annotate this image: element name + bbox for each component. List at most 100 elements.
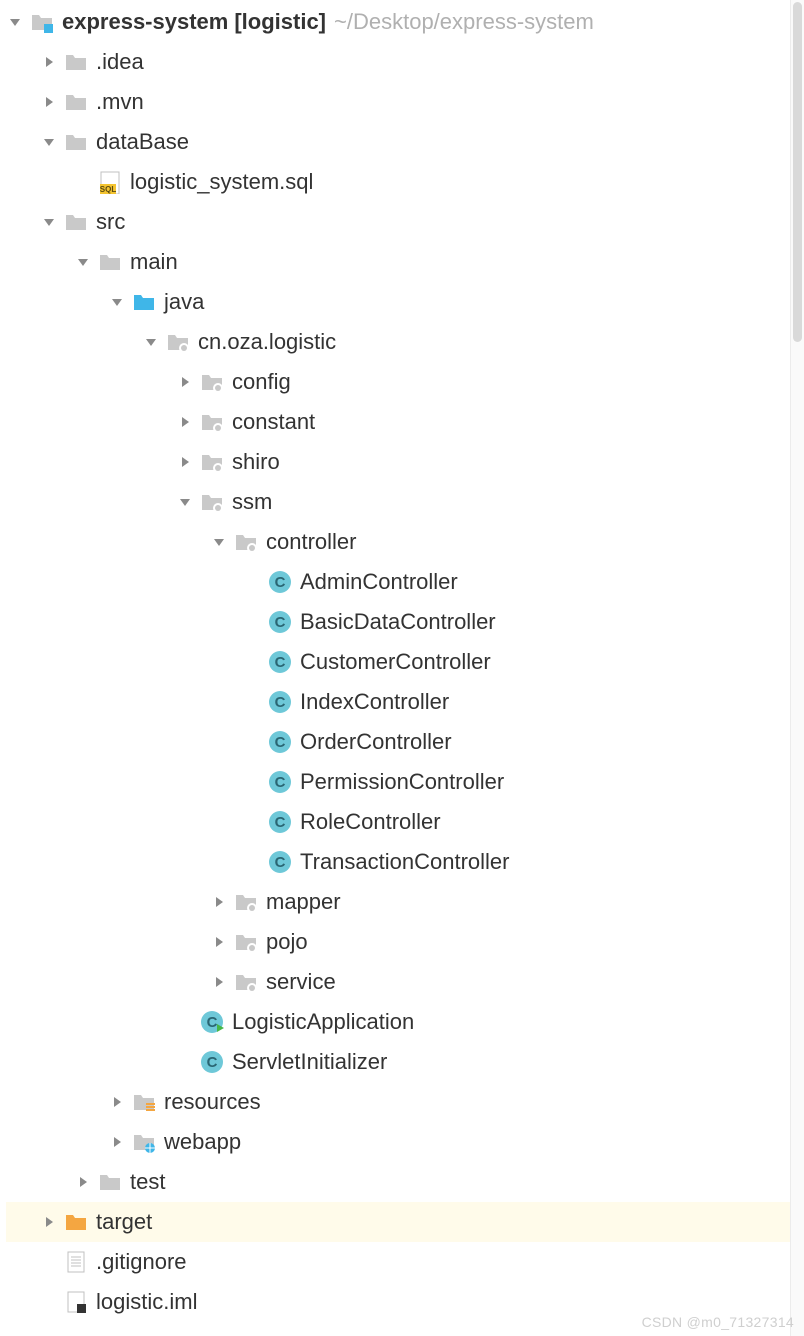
chevron-down-icon[interactable] bbox=[108, 293, 126, 311]
watermark: CSDN @m0_71327314 bbox=[642, 1314, 794, 1330]
package-icon bbox=[234, 970, 258, 994]
chevron-right-icon[interactable] bbox=[108, 1093, 126, 1111]
tree-row-class[interactable]: IndexController bbox=[6, 682, 804, 722]
chevron-right-icon[interactable] bbox=[40, 1213, 58, 1231]
tree-row-java[interactable]: java bbox=[6, 282, 804, 322]
node-label: service bbox=[266, 969, 336, 995]
project-tree[interactable]: express-system [logistic] ~/Desktop/expr… bbox=[0, 0, 804, 1322]
class-icon bbox=[268, 650, 292, 674]
node-label: resources bbox=[164, 1089, 261, 1115]
package-icon bbox=[234, 530, 258, 554]
node-label: TransactionController bbox=[300, 849, 510, 875]
package-icon bbox=[200, 490, 224, 514]
tree-row-resources[interactable]: resources bbox=[6, 1082, 804, 1122]
node-label: java bbox=[164, 289, 204, 315]
resources-folder-icon bbox=[132, 1090, 156, 1114]
package-icon bbox=[234, 930, 258, 954]
vertical-scrollbar[interactable] bbox=[790, 0, 804, 1336]
tree-row-pojo[interactable]: pojo bbox=[6, 922, 804, 962]
class-icon bbox=[268, 570, 292, 594]
tree-row-package[interactable]: cn.oza.logistic bbox=[6, 322, 804, 362]
tree-row-root[interactable]: express-system [logistic] ~/Desktop/expr… bbox=[6, 2, 804, 42]
chevron-down-icon[interactable] bbox=[142, 333, 160, 351]
tree-row-target[interactable]: target bbox=[6, 1202, 804, 1242]
tree-row-webapp[interactable]: webapp bbox=[6, 1122, 804, 1162]
chevron-right-icon[interactable] bbox=[210, 933, 228, 951]
excluded-folder-icon bbox=[64, 1210, 88, 1234]
tree-row-idea[interactable]: .idea bbox=[6, 42, 804, 82]
tree-row-class[interactable]: RoleController bbox=[6, 802, 804, 842]
tree-row-shiro[interactable]: shiro bbox=[6, 442, 804, 482]
tree-row-class[interactable]: BasicDataController bbox=[6, 602, 804, 642]
tree-row-servlet[interactable]: ServletInitializer bbox=[6, 1042, 804, 1082]
node-label: mapper bbox=[266, 889, 341, 915]
folder-icon bbox=[64, 90, 88, 114]
tree-row-gitignore[interactable]: .gitignore bbox=[6, 1242, 804, 1282]
root-path: ~/Desktop/express-system bbox=[334, 9, 594, 35]
tree-row-class[interactable]: CustomerController bbox=[6, 642, 804, 682]
chevron-right-icon[interactable] bbox=[176, 413, 194, 431]
chevron-right-icon[interactable] bbox=[108, 1133, 126, 1151]
chevron-right-icon[interactable] bbox=[74, 1173, 92, 1191]
tree-row-config[interactable]: config bbox=[6, 362, 804, 402]
tree-row-database[interactable]: dataBase bbox=[6, 122, 804, 162]
scroll-thumb[interactable] bbox=[793, 2, 802, 342]
node-label: CustomerController bbox=[300, 649, 491, 675]
folder-icon bbox=[64, 210, 88, 234]
tree-row-test[interactable]: test bbox=[6, 1162, 804, 1202]
tree-row-class[interactable]: PermissionController bbox=[6, 762, 804, 802]
chevron-down-icon[interactable] bbox=[176, 493, 194, 511]
folder-icon bbox=[64, 130, 88, 154]
tree-row-constant[interactable]: constant bbox=[6, 402, 804, 442]
tree-row-sqlfile[interactable]: logistic_system.sql bbox=[6, 162, 804, 202]
node-label: BasicDataController bbox=[300, 609, 496, 635]
node-label: src bbox=[96, 209, 125, 235]
source-folder-icon bbox=[132, 290, 156, 314]
node-label: RoleController bbox=[300, 809, 441, 835]
chevron-right-icon[interactable] bbox=[176, 373, 194, 391]
chevron-right-icon[interactable] bbox=[40, 93, 58, 111]
node-label: main bbox=[130, 249, 178, 275]
node-label: pojo bbox=[266, 929, 308, 955]
tree-row-class[interactable]: AdminController bbox=[6, 562, 804, 602]
node-label: OrderController bbox=[300, 729, 452, 755]
node-label: logistic_system.sql bbox=[130, 169, 313, 195]
package-icon bbox=[200, 410, 224, 434]
tree-row-service[interactable]: service bbox=[6, 962, 804, 1002]
tree-row-main[interactable]: main bbox=[6, 242, 804, 282]
chevron-right-icon[interactable] bbox=[40, 53, 58, 71]
tree-row-app[interactable]: LogisticApplication bbox=[6, 1002, 804, 1042]
package-icon bbox=[200, 370, 224, 394]
chevron-right-icon[interactable] bbox=[210, 973, 228, 991]
tree-row-controller[interactable]: controller bbox=[6, 522, 804, 562]
node-label: logistic.iml bbox=[96, 1289, 197, 1315]
tree-row-mvn[interactable]: .mvn bbox=[6, 82, 804, 122]
class-icon bbox=[268, 610, 292, 634]
node-label: test bbox=[130, 1169, 165, 1195]
tree-row-ssm[interactable]: ssm bbox=[6, 482, 804, 522]
sql-file-icon bbox=[98, 170, 122, 194]
node-label: .idea bbox=[96, 49, 144, 75]
tree-row-class[interactable]: OrderController bbox=[6, 722, 804, 762]
tree-row-mapper[interactable]: mapper bbox=[6, 882, 804, 922]
chevron-down-icon[interactable] bbox=[40, 213, 58, 231]
node-label: constant bbox=[232, 409, 315, 435]
node-label: controller bbox=[266, 529, 356, 555]
chevron-down-icon[interactable] bbox=[40, 133, 58, 151]
chevron-down-icon[interactable] bbox=[210, 533, 228, 551]
chevron-down-icon[interactable] bbox=[74, 253, 92, 271]
folder-icon bbox=[64, 50, 88, 74]
node-label: cn.oza.logistic bbox=[198, 329, 336, 355]
class-icon bbox=[200, 1050, 224, 1074]
node-label: .mvn bbox=[96, 89, 144, 115]
node-label: shiro bbox=[232, 449, 280, 475]
chevron-down-icon[interactable] bbox=[6, 13, 24, 31]
tree-row-src[interactable]: src bbox=[6, 202, 804, 242]
tree-row-class[interactable]: TransactionController bbox=[6, 842, 804, 882]
iml-file-icon bbox=[64, 1290, 88, 1314]
node-label: ServletInitializer bbox=[232, 1049, 387, 1075]
chevron-right-icon[interactable] bbox=[210, 893, 228, 911]
node-label: webapp bbox=[164, 1129, 241, 1155]
chevron-right-icon[interactable] bbox=[176, 453, 194, 471]
class-icon bbox=[268, 770, 292, 794]
